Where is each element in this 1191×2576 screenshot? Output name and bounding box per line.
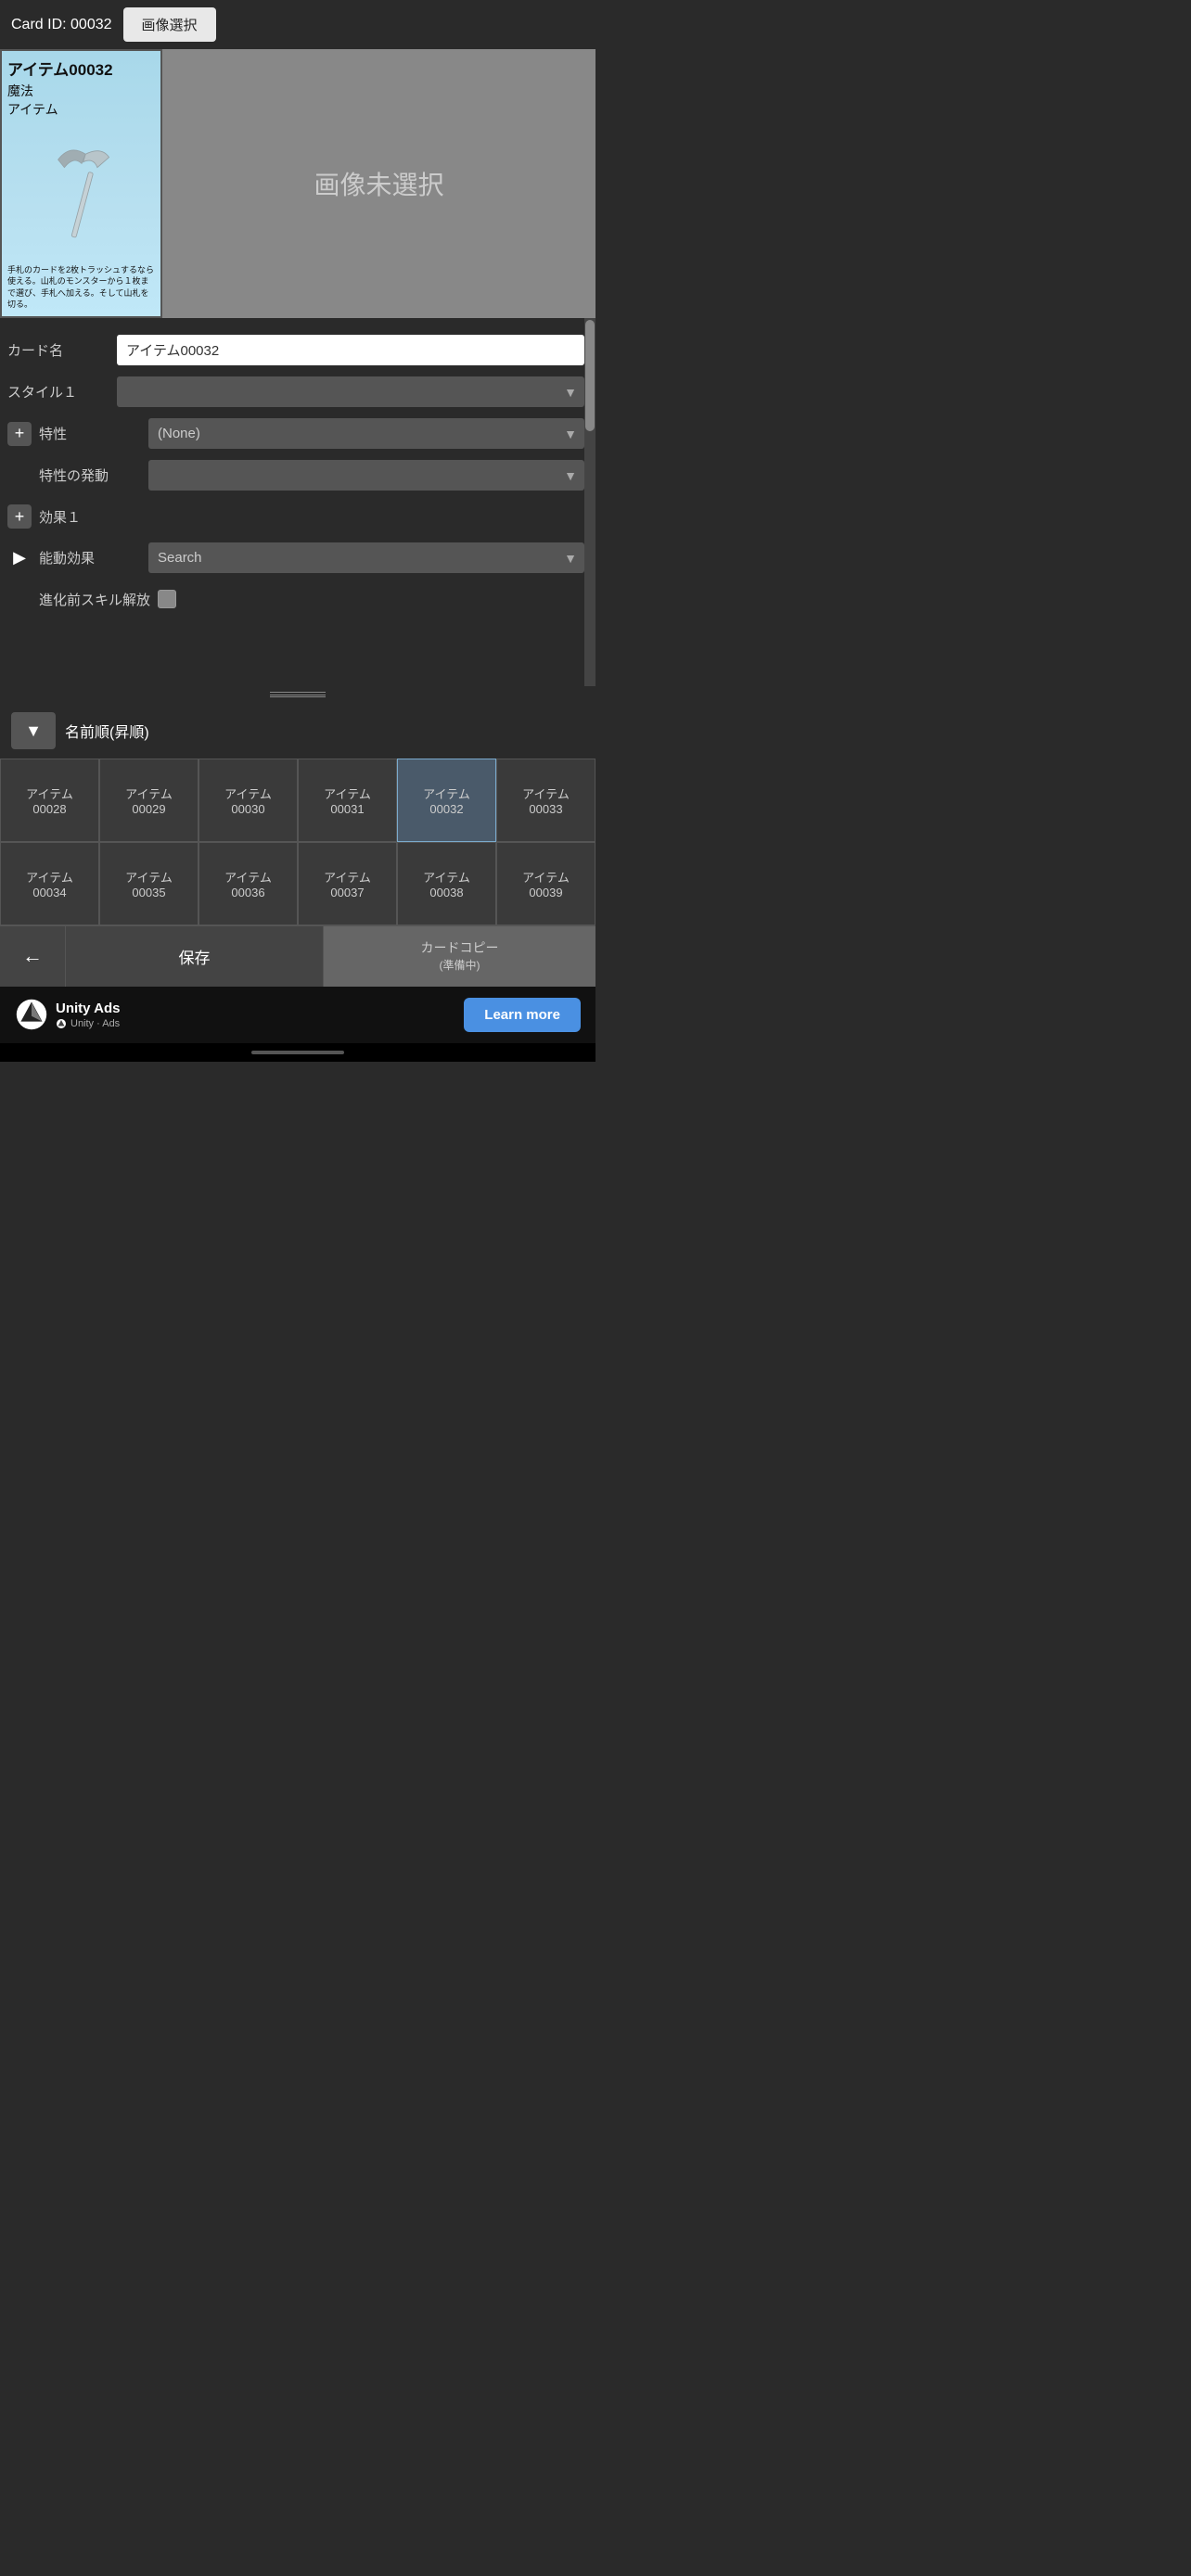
- card-name-label: カード名: [7, 340, 109, 360]
- scrollbar-thumb: [585, 320, 595, 431]
- save-button[interactable]: 保存: [65, 926, 324, 987]
- grid-item-00039[interactable]: アイテム00039: [496, 842, 596, 925]
- sort-label: 名前順(昇順): [65, 720, 149, 742]
- trait-label: 特性: [39, 424, 141, 443]
- grid-item-00030[interactable]: アイテム00030: [198, 759, 298, 842]
- no-image-area: 画像未選択: [162, 49, 596, 318]
- trait-trigger-select-wrapper: ▼: [148, 460, 584, 491]
- home-indicator: [0, 1043, 596, 1062]
- effect1-label: 効果１: [39, 507, 141, 527]
- drag-handle[interactable]: [0, 686, 596, 703]
- card-description: 手札のカードを2枚トラッシュするなら使える。山札のモンスターから１枚まで選び、手…: [7, 264, 155, 311]
- trait-select-wrapper: (None) ▼: [148, 418, 584, 449]
- form-area: カード名 スタイル１ ▼ + 特性 (None) ▼ 特性の発動 ▼: [0, 318, 596, 686]
- ads-text-area: Unity Ads Unity · Ads: [56, 1001, 120, 1029]
- grid-item-00038[interactable]: アイテム00038: [397, 842, 496, 925]
- drag-line: [270, 692, 326, 693]
- style1-select-wrapper: ▼: [117, 376, 584, 407]
- evolve-label: 進化前スキル解放: [39, 590, 150, 609]
- unity-logo-icon: [15, 998, 48, 1031]
- trait-trigger-row: 特性の発動 ▼: [0, 454, 596, 496]
- card-name-row: カード名: [0, 329, 596, 371]
- drag-lines: [270, 692, 326, 697]
- grid-item-00036[interactable]: アイテム00036: [198, 842, 298, 925]
- card-name-input[interactable]: [117, 335, 584, 365]
- effect1-row: + 効果１: [0, 496, 596, 537]
- card-header: Card ID: 00032 画像選択: [0, 0, 596, 49]
- trait-row: + 特性 (None) ▼: [0, 413, 596, 454]
- grid-item-00031[interactable]: アイテム00031: [298, 759, 397, 842]
- grid-item-00028[interactable]: アイテム00028: [0, 759, 99, 842]
- card-image-area: [7, 122, 155, 261]
- passive-label: 能動効果: [39, 548, 141, 567]
- card-type2: アイテム: [7, 100, 155, 119]
- ads-sub-label: Unity · Ads: [56, 1018, 120, 1029]
- card-thumbnail-title: アイテム00032: [7, 57, 155, 80]
- bottom-buttons: ← 保存 カードコピー(準備中): [0, 925, 596, 987]
- grid-item-00032[interactable]: アイテム00032: [397, 759, 496, 842]
- add-trait-button[interactable]: +: [7, 422, 32, 446]
- grid-item-00037[interactable]: アイテム00037: [298, 842, 397, 925]
- card-id-label: Card ID: 00032: [11, 17, 112, 33]
- trait-select[interactable]: (None): [148, 418, 584, 449]
- evolve-checkbox[interactable]: [158, 590, 176, 608]
- ads-left: Unity Ads Unity · Ads: [15, 998, 120, 1031]
- card-preview-area: アイテム00032 魔法 アイテム 手札のカードを2枚トラッシュするなら使える。…: [0, 49, 596, 318]
- image-select-button[interactable]: 画像選択: [123, 7, 216, 42]
- back-button[interactable]: ←: [0, 926, 65, 987]
- ads-banner: Unity Ads Unity · Ads Learn more: [0, 987, 596, 1043]
- play-button[interactable]: ▶: [7, 546, 32, 570]
- card-type1: 魔法: [7, 82, 155, 100]
- style1-label: スタイル１: [7, 382, 109, 402]
- learn-more-button[interactable]: Learn more: [464, 998, 581, 1032]
- card-grid: アイテム00028 アイテム00029 アイテム00030 アイテム00031 …: [0, 759, 596, 925]
- passive-effect-row: ▶ 能動効果 Search ▼: [0, 537, 596, 579]
- unity-small-icon: [56, 1018, 67, 1029]
- passive-select[interactable]: Search: [148, 542, 584, 573]
- grid-item-00035[interactable]: アイテム00035: [99, 842, 198, 925]
- trait-trigger-label: 特性の発動: [39, 465, 141, 485]
- copy-button[interactable]: カードコピー(準備中): [324, 926, 596, 987]
- card-thumbnail: アイテム00032 魔法 アイテム 手札のカードを2枚トラッシュするなら使える。…: [0, 49, 162, 318]
- drag-line: [270, 696, 326, 697]
- evolve-row: 進化前スキル解放: [0, 579, 596, 619]
- passive-select-wrapper: Search ▼: [148, 542, 584, 573]
- grid-item-00029[interactable]: アイテム00029: [99, 759, 198, 842]
- home-bar: [251, 1051, 344, 1054]
- trait-trigger-select[interactable]: [148, 460, 584, 491]
- scrollbar-track[interactable]: [584, 318, 596, 686]
- form-spacer: [0, 619, 596, 675]
- no-image-text: 画像未選択: [314, 165, 443, 202]
- pickaxe-icon: [40, 140, 123, 242]
- style1-row: スタイル１ ▼: [0, 371, 596, 413]
- sort-dropdown-button[interactable]: ▼: [11, 712, 56, 749]
- ads-brand-label: Unity Ads: [56, 1001, 120, 1016]
- style1-select[interactable]: [117, 376, 584, 407]
- add-effect1-button[interactable]: +: [7, 504, 32, 529]
- sort-bar: ▼ 名前順(昇順): [0, 703, 596, 759]
- grid-item-00033[interactable]: アイテム00033: [496, 759, 596, 842]
- grid-item-00034[interactable]: アイテム00034: [0, 842, 99, 925]
